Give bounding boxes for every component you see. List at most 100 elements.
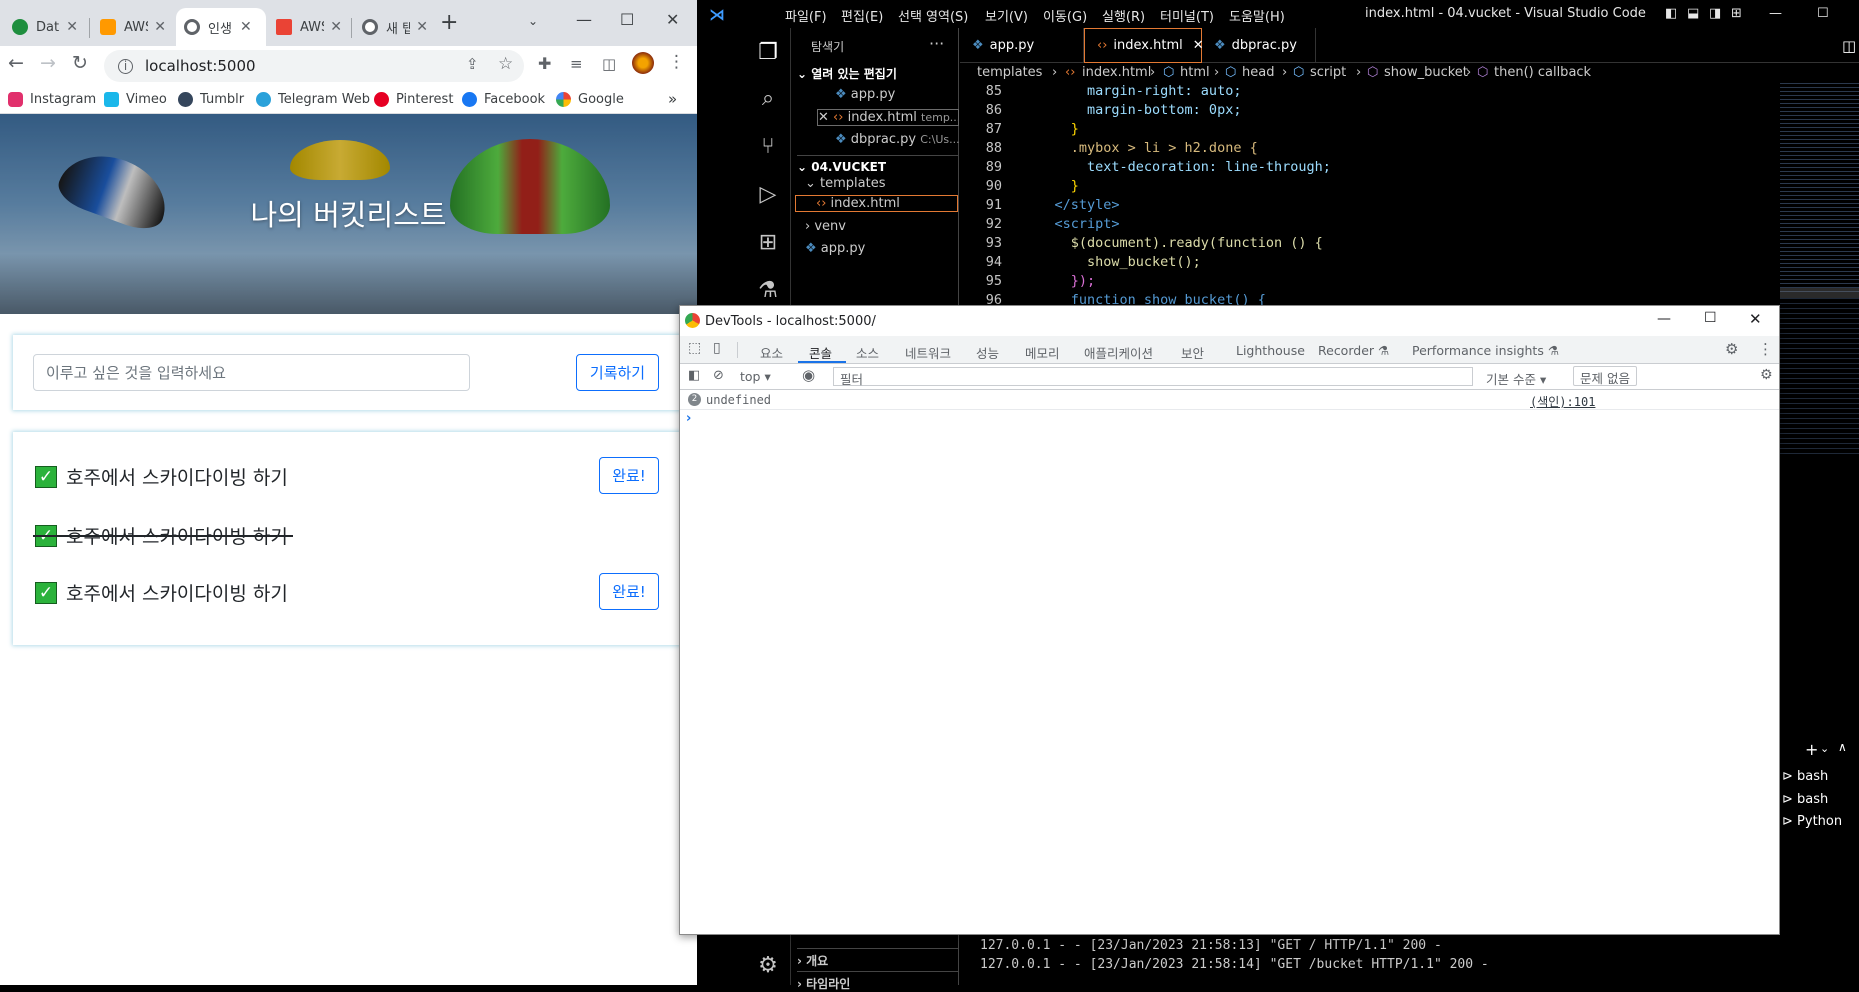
editor-tab-index-html[interactable]: ‹› index.html ✕ [1084,28,1204,63]
settings-gear-icon[interactable]: ⚙ [755,953,781,979]
source-control-icon[interactable]: ⑂ [755,134,781,160]
breadcrumb-item[interactable]: html [1180,65,1210,80]
file-app-py[interactable]: ❖ app.py [805,241,865,256]
layout-panel-icon[interactable]: ⬓ [1687,6,1699,21]
breadcrumb-item[interactable]: show_bucket [1384,65,1468,80]
tab-elements[interactable]: 요소 [760,343,783,362]
terminal-item-python[interactable]: ⊳ Python [1782,814,1842,829]
live-expression-eye-icon[interactable]: ◉ [802,366,815,384]
file-index-html[interactable]: ‹› index.html [795,195,958,212]
issues-counter[interactable]: 문제 없음 [1573,366,1637,386]
folder-venv[interactable]: › venv [805,219,846,234]
bookmark-vimeo[interactable]: Vimeo [104,92,167,107]
context-selector[interactable]: top ▾ [740,369,771,384]
menu-view[interactable]: 보기(V) [985,6,1028,25]
devtools-minimize-button[interactable]: — [1657,311,1671,327]
explorer-icon[interactable]: ❐ [755,40,781,66]
settings-gear-icon[interactable]: ⚙ [1725,340,1738,358]
tab-memory[interactable]: 메모리 [1025,343,1060,362]
browser-tab-3-active[interactable]: 인생 ✕ [176,8,266,46]
menu-selection[interactable]: 선택 영역(S) [898,6,968,25]
tab-application[interactable]: 애플리케이션 [1084,343,1153,362]
breadcrumb-item[interactable]: head [1242,65,1274,80]
search-icon[interactable]: ⌕ [755,86,781,112]
minimize-button[interactable]: — [576,10,592,29]
info-icon[interactable]: i [118,58,133,74]
bookmark-star-icon[interactable]: ☆ [498,54,513,74]
terminal-item-bash-2[interactable]: ⊳ bash [1782,792,1828,807]
share-icon[interactable]: ⇪ [466,55,479,73]
open-editor-app-py[interactable]: ❖ app.py [835,87,895,102]
bookmark-instagram[interactable]: Instagram [8,92,96,107]
done-button[interactable]: 완료! [599,457,659,494]
project-section[interactable]: ⌄ 04.VUCKET [797,155,959,174]
open-editor-dbprac-py[interactable]: ❖ dbprac.py C:\Us... [835,132,960,147]
code-editor[interactable]: 85 margin-right: auto; 86 margin-bottom:… [960,83,1780,308]
console-input-area[interactable] [680,410,1779,934]
reload-icon[interactable]: ↻ [72,52,88,74]
record-button[interactable]: 기록하기 [576,354,659,391]
chevron-up-icon[interactable]: ∧ [1838,740,1847,754]
tab-recorder[interactable]: Recorder ⚗ [1318,343,1389,358]
editor-tab-dbprac-py[interactable]: ❖ dbprac.py [1202,28,1316,63]
extensions-icon[interactable]: ✚ [538,54,551,73]
close-tab-icon[interactable]: ✕ [416,19,428,35]
tab-lighthouse[interactable]: Lighthouse [1236,343,1305,358]
bookmark-facebook[interactable]: Facebook [462,92,545,107]
bookmark-google[interactable]: Google [556,92,624,107]
breadcrumb-item[interactable]: script [1310,65,1346,80]
minimap[interactable] [1780,83,1859,733]
inspect-element-icon[interactable]: ⬚ [688,340,701,356]
chevron-down-icon[interactable]: ⌄ [1820,742,1829,755]
media-icon[interactable]: ≡ [570,55,583,73]
menu-icon[interactable]: ⋮ [668,52,685,72]
more-bookmarks-icon[interactable]: » [668,90,677,108]
open-editors-section[interactable]: ⌄ 열려 있는 편집기 [797,65,897,82]
layout-secondary-icon[interactable]: ◨ [1709,6,1721,21]
vscode-maximize-button[interactable]: ☐ [1817,6,1829,21]
browser-tab-4[interactable]: AWS ✕ [268,8,350,46]
tab-network[interactable]: 네트워크 [905,343,951,362]
console-source-link[interactable]: (색인):101 [1530,393,1595,410]
close-tab-icon[interactable]: ✕ [330,19,342,35]
breadcrumb-item[interactable]: templates [977,65,1042,80]
close-tab-icon[interactable]: ✕ [240,19,252,35]
close-tab-icon[interactable]: ✕ [66,19,78,35]
devtools-maximize-button[interactable]: ☐ [1704,310,1717,326]
vscode-minimize-button[interactable]: — [1769,6,1782,21]
new-terminal-icon[interactable]: + [1805,740,1818,759]
browser-tab-2[interactable]: AWS ✕ [92,8,174,46]
menu-help[interactable]: 도움말(H) [1229,6,1285,25]
more-options-icon[interactable]: ⋮ [1758,340,1773,358]
new-tab-button[interactable]: + [440,10,458,35]
bookmark-tumblr[interactable]: Tumblr [178,92,244,107]
testing-icon[interactable]: ⚗ [755,278,781,304]
terminal-output[interactable]: 127.0.0.1 - - [23/Jan/2023 21:58:13] "GE… [960,935,1780,985]
close-window-button[interactable]: ✕ [666,10,679,29]
breadcrumb-item[interactable]: then() callback [1494,65,1591,80]
terminal-item-bash-1[interactable]: ⊳ bash [1782,769,1828,784]
split-editor-icon[interactable]: ◫ [1830,28,1859,63]
bucket-input[interactable]: 이루고 싶은 것을 입력하세요 [33,354,470,391]
open-editor-index-html[interactable]: ✕ ‹› index.html temp... [817,109,959,126]
done-button[interactable]: 완료! [599,573,659,610]
clear-console-icon[interactable]: ⊘ [713,368,724,383]
menu-go[interactable]: 이동(G) [1043,6,1087,25]
breadcrumb-item[interactable]: index.html [1082,65,1151,80]
editor-tab-app-py[interactable]: ❖ app.py [960,28,1084,63]
menu-run[interactable]: 실행(R) [1102,6,1145,25]
customize-layout-icon[interactable]: ⊞ [1731,6,1742,21]
back-icon[interactable]: ← [8,52,24,74]
tab-console[interactable]: 콘솔 [809,343,832,362]
console-settings-gear-icon[interactable]: ⚙ [1760,367,1773,383]
tab-performance[interactable]: 성능 [976,343,999,362]
log-level-dropdown[interactable]: 기본 수준 ▾ [1486,369,1546,388]
tab-search-icon[interactable]: ⌄ [528,14,538,28]
layout-sidebar-icon[interactable]: ◧ [1665,6,1677,21]
menu-file[interactable]: 파일(F) [785,6,827,25]
devtools-close-button[interactable]: ✕ [1749,310,1762,328]
tab-security[interactable]: 보안 [1181,343,1204,362]
tab-sources[interactable]: 소스 [856,343,879,362]
address-bar[interactable]: i localhost:5000 [104,50,524,82]
run-debug-icon[interactable]: ▷ [755,182,781,208]
